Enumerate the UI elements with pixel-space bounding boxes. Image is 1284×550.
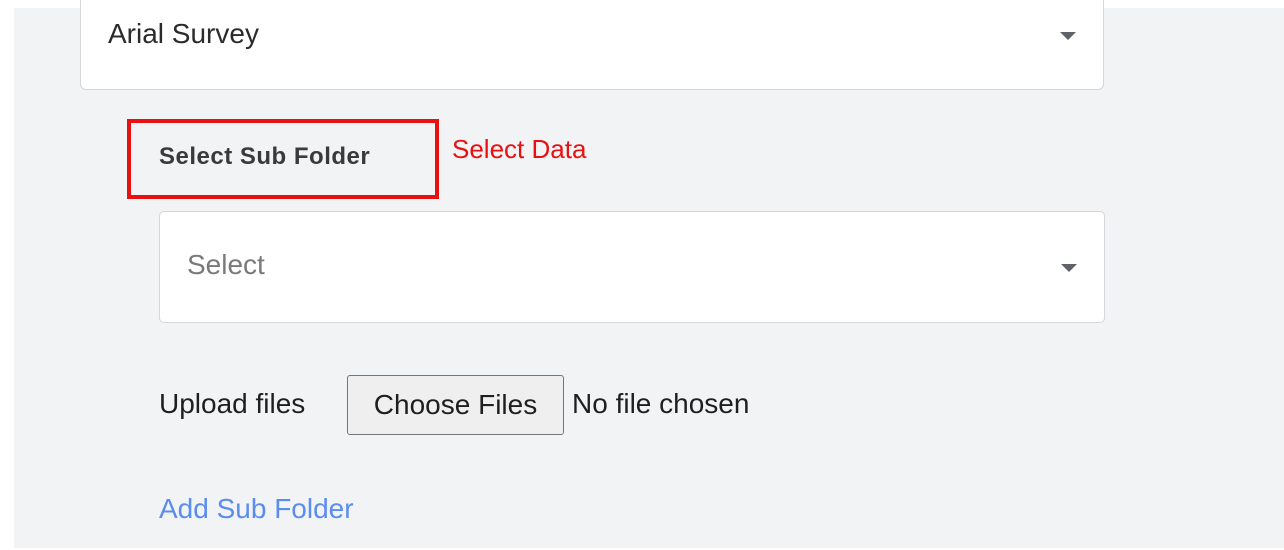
sub-folder-select-placeholder: Select: [187, 249, 265, 280]
chevron-down-icon: [1060, 32, 1076, 40]
category-select[interactable]: Arial Survey: [80, 0, 1104, 90]
chevron-down-icon: [1061, 264, 1077, 272]
sub-folder-select[interactable]: Select: [159, 211, 1105, 323]
file-status-text: No file chosen: [572, 388, 750, 419]
add-sub-folder-link[interactable]: Add Sub Folder: [159, 493, 354, 525]
choose-files-button[interactable]: Choose Files: [347, 375, 564, 435]
upload-files-label: Upload files: [159, 388, 306, 419]
sub-folder-label: Select Sub Folder: [159, 143, 371, 170]
category-select-value: Arial Survey: [108, 18, 259, 49]
annotation-text: Select Data: [452, 134, 587, 164]
